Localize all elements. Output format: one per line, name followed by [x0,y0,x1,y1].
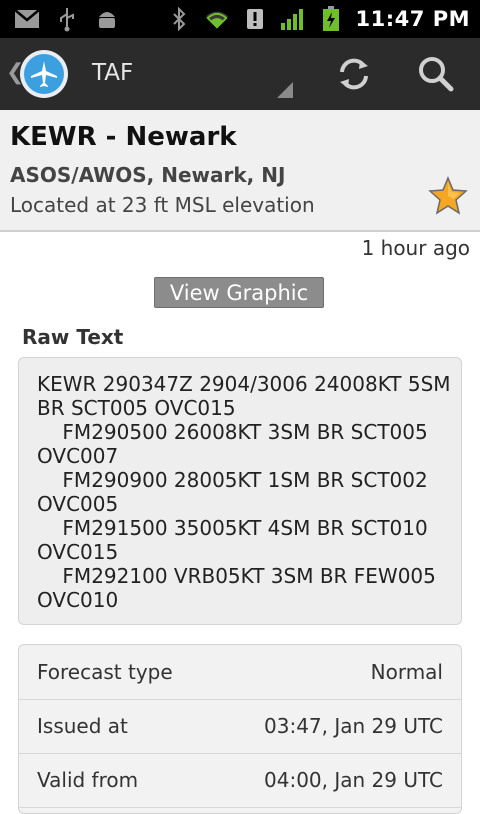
refresh-button[interactable] [330,50,378,98]
signal-icon [280,6,306,32]
station-title: KEWR - Newark [10,122,237,152]
table-row: Issued at 03:47, Jan 29 UTC [19,699,461,754]
gmail-icon [14,6,40,32]
battery-charging-icon [318,6,344,32]
alert-icon [242,6,268,32]
detail-label: Valid from [37,768,139,792]
details-table: Forecast type Normal Issued at 03:47, Ja… [18,644,462,814]
report-age: 1 hour ago [361,236,470,260]
detail-label: Issued at [37,714,128,738]
search-button[interactable] [412,50,460,98]
raw-text-label: Raw Text [22,325,124,349]
app-logo-icon[interactable] [20,50,68,98]
android-debug-icon [94,6,120,32]
view-graphic-button[interactable]: View Graphic [154,277,324,308]
action-bar: ❮ TAF [0,38,480,110]
raw-text-box: KEWR 290347Z 2904/3006 24008KT 5SM BR SC… [18,357,462,625]
station-header: KEWR - Newark ASOS/AWOS, Newark, NJ Loca… [0,110,480,232]
table-row: Forecast type Normal [19,645,461,700]
bluetooth-icon [166,6,192,32]
usb-icon [54,6,80,32]
search-icon [419,57,454,92]
raw-taf-text: KEWR 290347Z 2904/3006 24008KT 5SM BR SC… [37,372,451,612]
station-elevation: Located at 23 ft MSL elevation [10,193,315,217]
dropdown-indicator-icon[interactable] [277,82,293,98]
detail-value: Normal [370,660,443,684]
status-bar: 11:47 PM [0,0,480,38]
wifi-icon [204,6,230,32]
station-type-location: ASOS/AWOS, Newark, NJ [10,163,286,187]
detail-label: Forecast type [37,660,173,684]
refresh-icon [340,58,368,90]
screen-title[interactable]: TAF [92,60,133,86]
favorite-star-icon[interactable] [428,176,468,220]
detail-value: 03:47, Jan 29 UTC [264,714,443,738]
status-time: 11:47 PM [355,7,470,31]
detail-value: 04:00, Jan 29 UTC [264,768,443,792]
